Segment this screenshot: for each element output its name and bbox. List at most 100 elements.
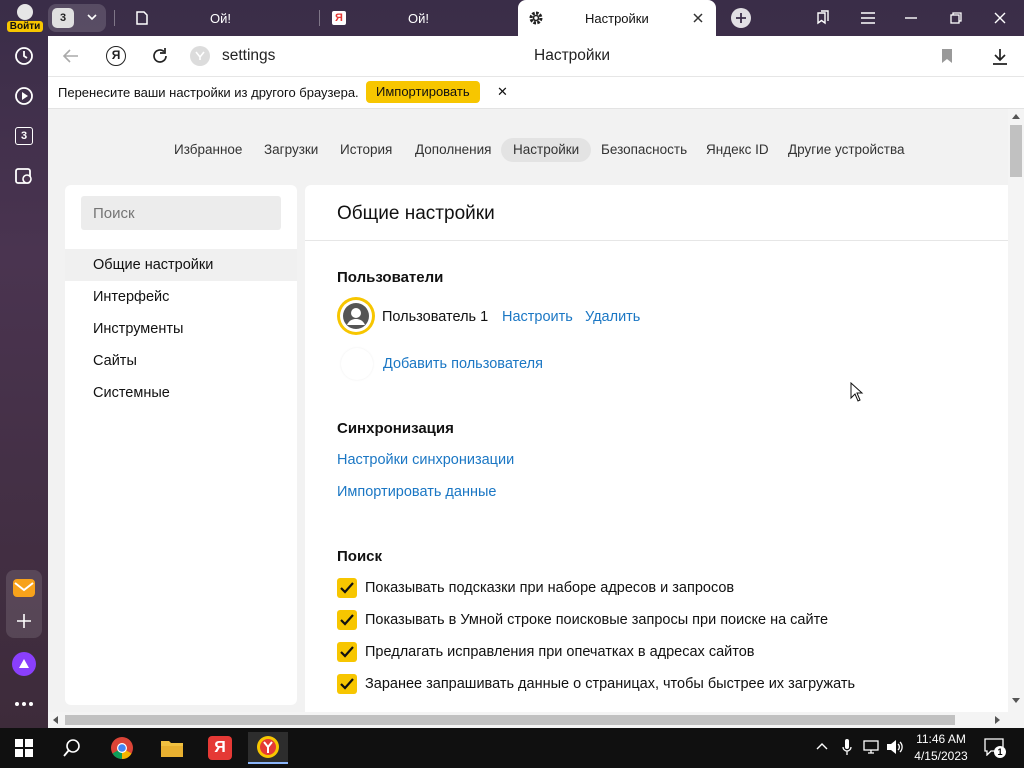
checkbox-checked-icon[interactable] [337,578,357,598]
configure-user-link[interactable]: Настроить [502,309,573,325]
infobar-text: Перенесите ваши настройки из другого бра… [58,85,359,100]
tab-title: Настройки [585,10,649,26]
tab-title: Ой! [408,10,429,26]
tabs-counter: 3 [15,127,33,145]
settings-content: Избранное Загрузки История Дополнения На… [48,109,1008,712]
network-icon[interactable] [863,740,879,754]
vertical-scrollbar[interactable] [1008,109,1024,712]
nav-yandex-id[interactable]: Яндекс ID [706,138,769,162]
page-icon [136,11,148,25]
notification-count: 1 [994,746,1006,758]
gear-icon [528,10,544,26]
more-icon[interactable] [10,690,38,718]
tab-oi-2[interactable]: Я Ой! [320,0,516,36]
tab-group-count: 3 [52,8,74,28]
users-heading: Пользователи [337,269,444,286]
scroll-thumb[interactable] [65,715,955,725]
nav-settings[interactable]: Настройки [501,138,592,162]
screenshot-icon[interactable] [10,162,38,190]
taskbar: Я 11:46 AM 4/15/2023 1 [0,728,1024,768]
play-icon[interactable] [10,82,38,110]
bookmark-icon[interactable] [941,48,953,64]
option-prefetch[interactable]: Заранее запрашивать данные о страницах, … [337,673,855,695]
clock[interactable]: 11:46 AM 4/15/2023 [912,731,970,765]
page-title: Настройки [534,47,611,64]
browser-sidebar: Войти 3 [0,0,48,730]
file-explorer-icon[interactable] [152,732,192,764]
option-typo-fixes[interactable]: Предлагать исправления при опечатках в а… [337,641,755,663]
menu-item-system[interactable]: Системные [65,377,297,409]
menu-item-general[interactable]: Общие настройки [65,249,297,281]
menu-item-sites[interactable]: Сайты [65,345,297,377]
sync-heading: Синхронизация [337,420,454,437]
minimize-icon[interactable] [896,4,926,32]
nav-other-devices[interactable]: Другие устройства [788,138,905,162]
nav-downloads[interactable]: Загрузки [264,138,318,162]
yandex-browser-icon[interactable] [248,732,288,764]
nav-security[interactable]: Безопасность [601,138,687,162]
microphone-icon[interactable] [842,739,852,755]
scroll-left-icon[interactable] [52,716,58,724]
yandex-logo-button[interactable]: Я [106,46,126,66]
avatar [337,297,375,335]
checkbox-checked-icon[interactable] [337,674,357,694]
close-window-icon[interactable] [985,4,1015,32]
site-security-icon[interactable] [190,46,210,66]
option-label: Показывать в Умной строке поисковые запр… [365,612,829,628]
option-suggestions[interactable]: Показывать подсказки при наборе адресов … [337,577,734,599]
add-user-icon [341,348,373,380]
tabs-counter-button[interactable]: 3 [10,122,38,150]
scroll-thumb[interactable] [1010,125,1022,177]
divider [305,240,1008,241]
add-app-icon[interactable] [10,607,38,635]
menu-item-tools[interactable]: Инструменты [65,313,297,345]
url-text[interactable]: settings [222,47,275,65]
clock-time: 11:46 AM [916,732,966,746]
windows-start-icon[interactable] [4,732,44,764]
menu-icon[interactable] [853,4,883,32]
import-button[interactable]: Импортировать [366,81,480,103]
horizontal-scrollbar[interactable] [48,712,1008,728]
user-avatar-icon [17,4,33,20]
download-icon[interactable] [992,48,1008,66]
tab-settings[interactable]: Настройки [518,0,716,36]
menu-item-interface[interactable]: Интерфейс [65,281,297,313]
login-button[interactable]: Войти [6,2,44,34]
option-label: Заранее запрашивать данные о страницах, … [365,676,856,692]
volume-icon[interactable] [886,739,904,755]
nav-history[interactable]: История [340,138,392,162]
checkbox-checked-icon[interactable] [337,642,357,662]
scroll-right-icon[interactable] [995,716,1001,724]
scroll-up-icon[interactable] [1012,113,1020,119]
add-user-link[interactable]: Добавить пользователя [383,356,543,372]
option-smartbox-queries[interactable]: Показывать в Умной строке поисковые запр… [337,609,828,631]
chrome-icon[interactable] [102,732,142,764]
search-input[interactable] [81,196,281,230]
tab-group-button[interactable]: 3 [48,4,106,32]
collections-icon[interactable] [808,4,838,32]
restore-icon[interactable] [941,4,971,32]
notifications-icon[interactable]: 1 [984,738,1006,758]
alice-icon[interactable] [10,650,38,678]
reload-icon[interactable] [151,47,169,65]
mail-icon[interactable] [10,574,38,602]
new-tab-button[interactable] [726,4,756,32]
history-icon[interactable] [10,42,38,70]
sync-settings-link[interactable]: Настройки синхронизации [337,452,514,468]
nav-favorites[interactable]: Избранное [174,138,242,162]
close-icon[interactable]: ✕ [497,84,508,100]
tab-oi-1[interactable]: Ой! [122,0,318,36]
chevron-up-icon[interactable] [816,742,828,750]
delete-user-link[interactable]: Удалить [585,309,640,325]
import-data-link[interactable]: Импортировать данные [337,484,496,500]
nav-extensions[interactable]: Дополнения [415,138,491,162]
address-bar: Я settings Настройки [48,36,1024,77]
checkbox-checked-icon[interactable] [337,610,357,630]
scroll-corner [1008,712,1024,728]
back-arrow-icon[interactable] [62,48,80,64]
close-tab-icon[interactable] [692,12,704,24]
yandex-icon[interactable]: Я [200,732,240,764]
tab-strip: 3 Ой! Я Ой! Настройки [48,0,1024,36]
scroll-down-icon[interactable] [1012,698,1020,704]
search-icon[interactable] [52,732,92,764]
